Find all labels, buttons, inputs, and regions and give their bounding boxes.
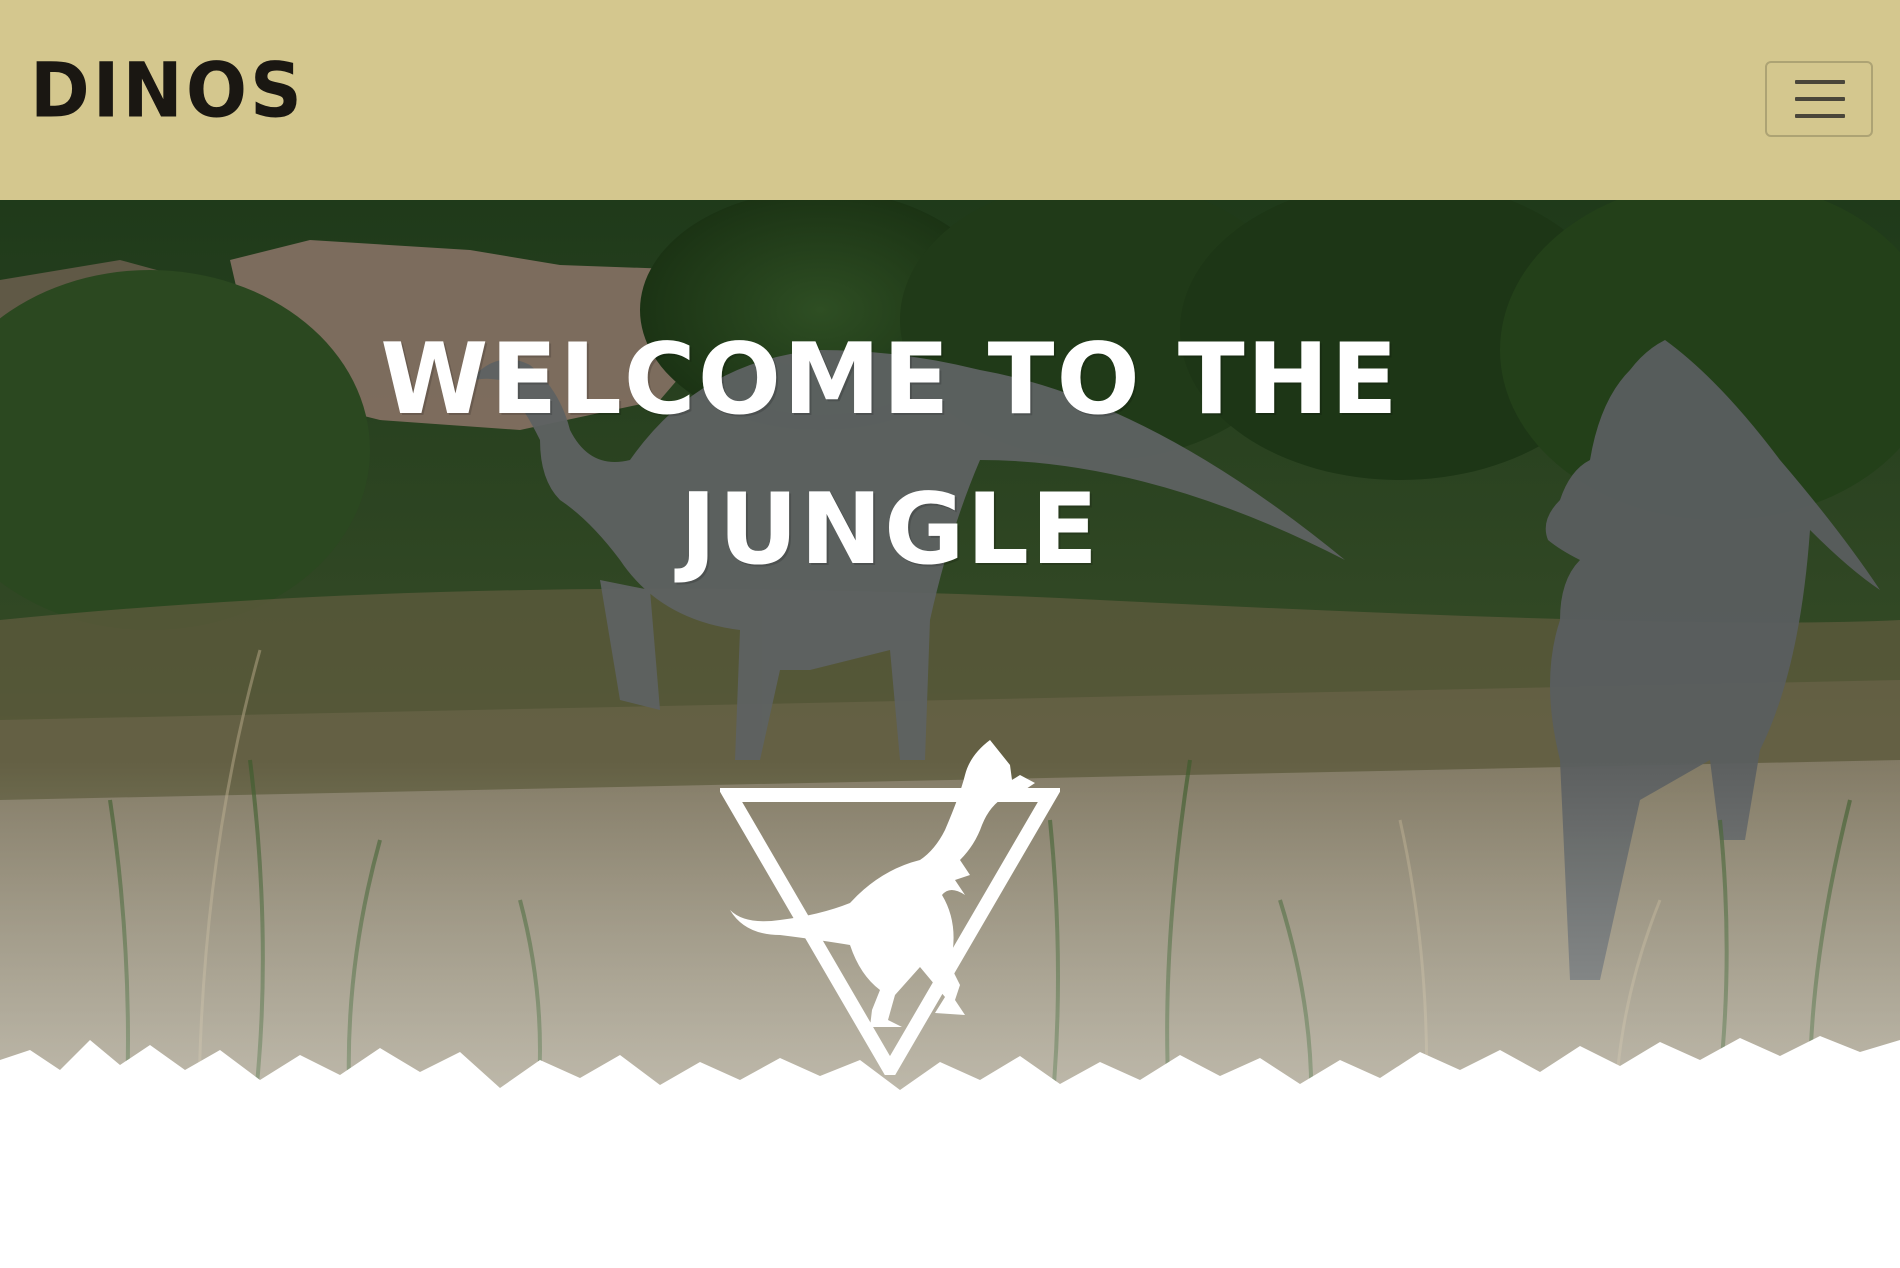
hero-title: WELCOME TO THE JUNGLE bbox=[350, 305, 1430, 605]
hero-section: WELCOME TO THE JUNGLE bbox=[0, 200, 1900, 1268]
menu-toggle-button[interactable] bbox=[1765, 61, 1873, 137]
hero-title-line-1: WELCOME TO THE bbox=[380, 323, 1400, 437]
navbar: DINOS bbox=[0, 0, 1900, 200]
hero-title-line-2: JUNGLE bbox=[680, 473, 1100, 587]
brand-logo[interactable]: DINOS bbox=[30, 46, 305, 134]
t-rex-triangle-logo-icon bbox=[720, 740, 1060, 1075]
